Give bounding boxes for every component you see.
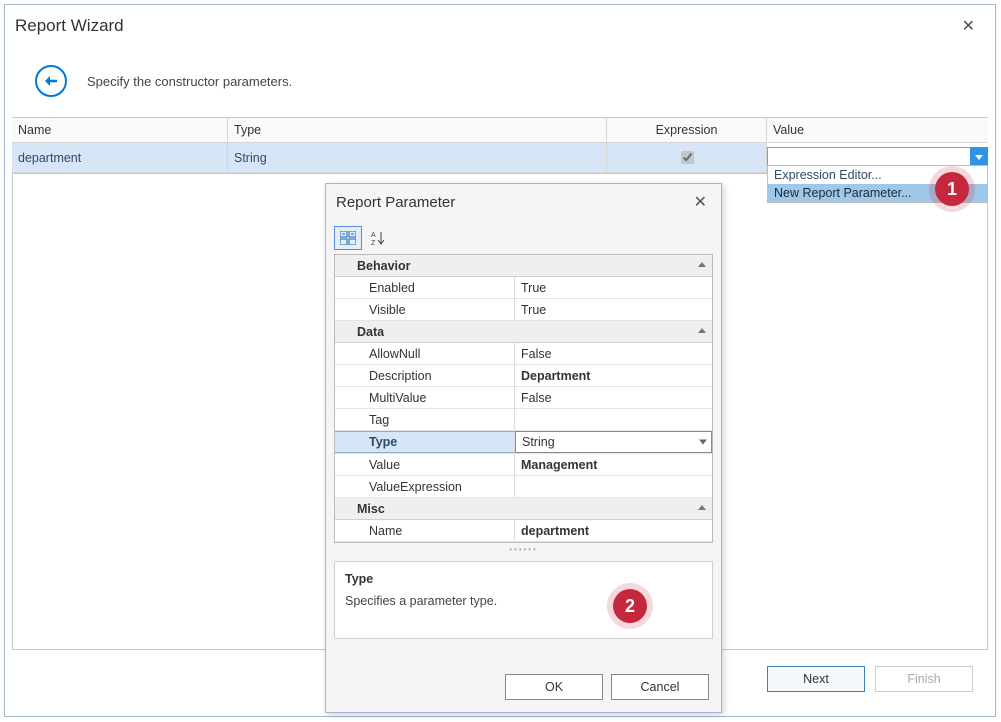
close-icon[interactable]: ✕ bbox=[690, 190, 711, 214]
chevron-up-icon bbox=[698, 328, 706, 333]
close-icon[interactable]: ✕ bbox=[956, 12, 981, 40]
chevron-up-icon bbox=[698, 262, 706, 267]
prop-tag[interactable]: Tag bbox=[335, 409, 712, 431]
description-text: Specifies a parameter type. bbox=[345, 594, 702, 608]
categorized-icon bbox=[340, 231, 356, 245]
property-description: Type Specifies a parameter type. bbox=[334, 561, 713, 639]
prop-valueexpression[interactable]: ValueExpression bbox=[335, 476, 712, 498]
prop-description[interactable]: Description Department bbox=[335, 365, 712, 387]
value-dropdown-menu: Expression Editor... New Report Paramete… bbox=[767, 165, 988, 203]
svg-text:A: A bbox=[371, 232, 376, 239]
prop-name[interactable]: Name department bbox=[335, 520, 712, 542]
splitter-grip[interactable]: •••••• bbox=[326, 545, 721, 553]
back-button[interactable] bbox=[35, 65, 67, 97]
menu-new-report-parameter[interactable]: New Report Parameter... bbox=[768, 184, 987, 202]
svg-text:Z: Z bbox=[371, 240, 376, 246]
cell-name: department bbox=[12, 143, 228, 173]
wizard-instruction: Specify the constructor parameters. bbox=[87, 74, 292, 89]
prop-type[interactable]: Type String bbox=[335, 431, 712, 454]
arrow-left-icon bbox=[45, 76, 57, 86]
wizard-instruction-bar: Specify the constructor parameters. bbox=[5, 47, 995, 117]
prop-type-value: String bbox=[522, 435, 555, 449]
wizard-title: Report Wizard bbox=[15, 16, 124, 36]
expression-checkbox[interactable] bbox=[681, 151, 694, 164]
popup-footer: OK Cancel bbox=[326, 658, 721, 712]
popup-title: Report Parameter bbox=[336, 194, 455, 211]
prop-allownull[interactable]: AllowNull False bbox=[335, 343, 712, 365]
description-title: Type bbox=[345, 572, 702, 586]
property-grid: Behavior Enabled True Visible True Data … bbox=[334, 254, 713, 543]
alphabetical-view-button[interactable]: A Z bbox=[364, 226, 392, 250]
grid-header: Name Type Expression Value bbox=[12, 118, 988, 143]
ok-button[interactable]: OK bbox=[505, 674, 603, 700]
prop-multivalue[interactable]: MultiValue False bbox=[335, 387, 712, 409]
cell-type: String bbox=[228, 143, 607, 173]
menu-expression-editor[interactable]: Expression Editor... bbox=[768, 166, 987, 184]
grid-row-department[interactable]: department String Expression Editor... N… bbox=[12, 143, 988, 173]
prop-enabled[interactable]: Enabled True bbox=[335, 277, 712, 299]
prop-visible[interactable]: Visible True bbox=[335, 299, 712, 321]
categorized-view-button[interactable] bbox=[334, 226, 362, 250]
report-parameter-popup: Report Parameter ✕ A Z Behavior bbox=[325, 183, 722, 713]
col-header-type[interactable]: Type bbox=[228, 118, 607, 143]
col-header-value[interactable]: Value bbox=[767, 118, 988, 143]
chevron-up-icon bbox=[698, 505, 706, 510]
cell-expression[interactable] bbox=[607, 143, 767, 173]
chevron-down-icon bbox=[975, 155, 983, 160]
col-header-expression[interactable]: Expression bbox=[607, 118, 767, 143]
category-data[interactable]: Data bbox=[335, 321, 712, 343]
chevron-down-icon[interactable] bbox=[699, 440, 707, 445]
col-header-name[interactable]: Name bbox=[12, 118, 228, 143]
next-button[interactable]: Next bbox=[767, 666, 865, 692]
finish-button: Finish bbox=[875, 666, 973, 692]
property-toolbar: A Z bbox=[326, 220, 721, 254]
prop-value[interactable]: Value Management bbox=[335, 454, 712, 476]
parameter-grid: Name Type Expression Value department St… bbox=[12, 117, 988, 174]
category-behavior[interactable]: Behavior bbox=[335, 255, 712, 277]
wizard-titlebar: Report Wizard ✕ bbox=[5, 5, 995, 47]
sort-az-icon: A Z bbox=[371, 230, 385, 246]
cancel-button[interactable]: Cancel bbox=[611, 674, 709, 700]
popup-titlebar: Report Parameter ✕ bbox=[326, 184, 721, 220]
category-misc[interactable]: Misc bbox=[335, 498, 712, 520]
cell-value[interactable]: Expression Editor... New Report Paramete… bbox=[767, 143, 988, 173]
